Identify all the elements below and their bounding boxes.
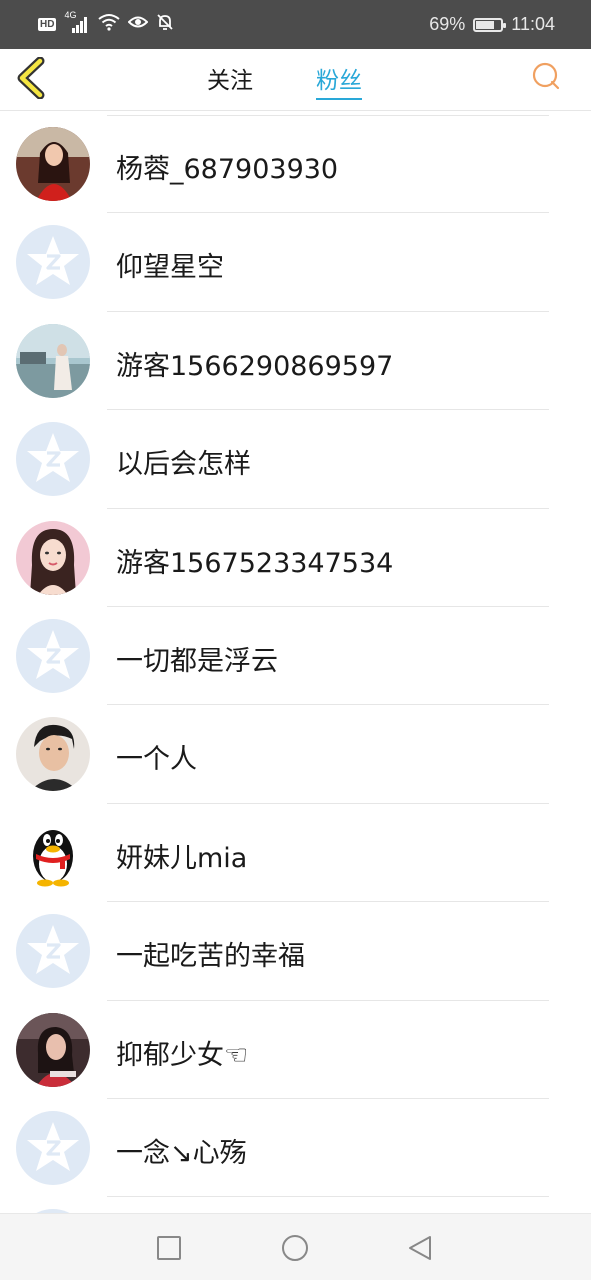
eye-icon xyxy=(128,14,149,35)
list-item[interactable]: 一个人 xyxy=(0,705,591,804)
default-z-avatar-icon xyxy=(16,914,90,989)
back-nav-button[interactable] xyxy=(406,1234,434,1262)
list-item[interactable]: 仰望星空 xyxy=(0,213,591,312)
avatar[interactable] xyxy=(16,422,90,497)
status-right: 69% 11:04 xyxy=(429,14,555,35)
list-item[interactable]: 一念↘心殇 xyxy=(0,1099,591,1198)
avatar[interactable] xyxy=(16,717,90,792)
avatar[interactable] xyxy=(16,1012,90,1087)
network-type-label: 4G xyxy=(64,9,77,20)
system-nav-bar xyxy=(0,1213,591,1280)
tab-fans[interactable]: 粉丝 xyxy=(316,61,362,100)
fan-name: 一个人 xyxy=(116,744,197,776)
home-circle-icon xyxy=(282,1235,308,1261)
list-item[interactable]: 妍妹儿mia xyxy=(0,804,591,903)
search-button[interactable] xyxy=(530,61,562,93)
qq-penguin-icon xyxy=(16,815,90,890)
avatar[interactable] xyxy=(16,1111,90,1185)
list-item[interactable]: 抑郁少女☜ xyxy=(0,1001,591,1099)
header: 关注 粉丝 xyxy=(0,49,591,111)
tab-following[interactable]: 关注 xyxy=(207,61,253,97)
back-triangle-icon xyxy=(409,1236,431,1260)
fan-name: 一切都是浮云 xyxy=(116,646,278,677)
list-item[interactable]: 以后会怎样 xyxy=(0,410,591,509)
hd-icon: HD xyxy=(38,18,57,31)
signal-icon: 4G xyxy=(64,10,90,34)
default-z-avatar-icon xyxy=(16,422,90,497)
fan-name: 妍妹儿mia xyxy=(116,842,248,874)
avatar[interactable] xyxy=(16,520,90,595)
recents-square-icon xyxy=(157,1236,181,1260)
status-left-icons: HD 4G xyxy=(38,10,174,36)
list-item[interactable]: 杨蓉_687903930 xyxy=(0,115,591,214)
battery-percent: 69% xyxy=(429,14,466,34)
fans-list: 杨蓉_687903930 仰望星空 游客1566290869597 以后会怎样 … xyxy=(0,115,591,1213)
list-item[interactable]: 游客1567523347534 xyxy=(0,509,591,607)
list-item-partial[interactable] xyxy=(0,1197,591,1213)
search-icon xyxy=(532,62,560,90)
status-bar: HD 4G 69% 11:04 xyxy=(0,0,591,49)
avatar[interactable] xyxy=(16,225,90,300)
clock: 11:04 xyxy=(511,14,555,34)
list-item[interactable]: 一起吃苦的幸福 xyxy=(0,902,591,1001)
default-z-avatar-icon xyxy=(16,225,90,300)
wifi-icon xyxy=(98,13,121,36)
fan-name: 游客1566290869597 xyxy=(116,350,394,382)
default-z-avatar-icon xyxy=(16,619,90,693)
avatar[interactable] xyxy=(16,914,90,989)
fan-name: 抑郁少女☜ xyxy=(116,1039,249,1071)
battery-icon xyxy=(473,17,507,32)
chevron-left-icon xyxy=(17,56,45,100)
list-item[interactable]: 游客1566290869597 xyxy=(0,312,591,411)
avatar[interactable] xyxy=(16,323,90,398)
avatar[interactable] xyxy=(16,127,90,201)
fan-name: 游客1567523347534 xyxy=(116,547,394,579)
fan-name: 仰望星空 xyxy=(116,252,224,284)
mute-bell-icon xyxy=(156,13,174,36)
recents-button[interactable] xyxy=(155,1234,183,1262)
fan-name: 一念↘心殇 xyxy=(116,1138,247,1169)
avatar[interactable] xyxy=(16,619,90,693)
avatar[interactable] xyxy=(16,815,90,890)
home-button[interactable] xyxy=(281,1234,309,1262)
fan-name: 以后会怎样 xyxy=(116,449,251,481)
list-item[interactable]: 一切都是浮云 xyxy=(0,607,591,706)
default-z-avatar-icon xyxy=(16,1111,90,1185)
back-button[interactable] xyxy=(14,56,48,100)
fan-name: 杨蓉_687903930 xyxy=(116,154,339,185)
fan-name: 一起吃苦的幸福 xyxy=(116,941,305,973)
